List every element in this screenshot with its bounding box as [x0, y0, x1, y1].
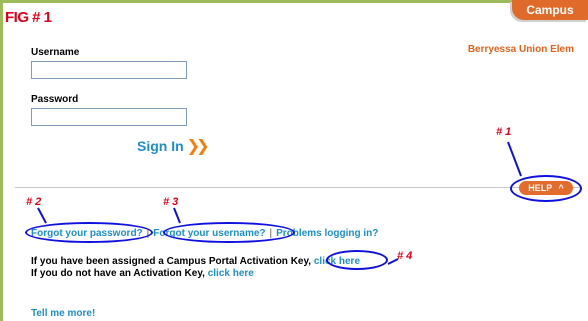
activation-text-1: If you have been assigned a Campus Porta… — [31, 256, 312, 267]
help-links-row: Forgot your password? | Forgot your userna… — [31, 228, 378, 239]
help-button[interactable]: HELP ^ — [519, 181, 573, 195]
chevron-right-icon: ❯❯ — [186, 138, 210, 155]
portal-title-tab: Campus Portal — [512, 0, 588, 37]
username-input[interactable] — [31, 61, 187, 79]
annotation-3: # 3 — [163, 196, 179, 208]
pointer-line-1 — [507, 141, 522, 177]
help-label: HELP — [528, 183, 553, 193]
tell-me-more-container: Tell me more! — [31, 303, 95, 321]
link-separator: | — [269, 228, 273, 239]
pointer-line-3 — [173, 207, 181, 224]
pointer-line-2 — [37, 207, 47, 224]
activation-click-here-link-2[interactable]: click here — [208, 268, 254, 279]
link-separator: | — [146, 228, 150, 239]
top-border — [0, 0, 520, 3]
caret-up-icon: ^ — [558, 183, 564, 193]
login-page: Campus Portal FIG # 1 Berryessa Union El… — [0, 0, 588, 321]
activation-text-2: If you do not have an Activation Key, — [31, 268, 205, 279]
username-label: Username — [31, 47, 80, 58]
district-name: Berryessa Union Elem — [467, 44, 574, 55]
sign-in-button[interactable]: Sign In ❯❯ — [137, 136, 210, 156]
forgot-username-link[interactable]: Forgot your username? — [153, 228, 265, 239]
tell-me-more-link[interactable]: Tell me more! — [31, 308, 95, 319]
annotation-2: # 2 — [26, 196, 42, 208]
divider — [15, 187, 581, 188]
activation-line-2: If you do not have an Activation Key, cl… — [31, 268, 254, 279]
annotation-4: # 4 — [397, 250, 413, 262]
activation-line-1: If you have been assigned a Campus Porta… — [31, 256, 360, 267]
activation-click-here-link-1[interactable]: click here — [314, 256, 360, 267]
problems-logging-in-link[interactable]: Problems logging in? — [276, 228, 378, 239]
sign-in-label: Sign In — [137, 138, 184, 154]
forgot-password-link[interactable]: Forgot your password? — [31, 228, 143, 239]
left-border — [0, 0, 3, 321]
password-label: Password — [31, 94, 79, 105]
annotation-1: # 1 — [496, 126, 512, 138]
figure-label: FIG # 1 — [5, 9, 52, 26]
password-input[interactable] — [31, 108, 187, 126]
